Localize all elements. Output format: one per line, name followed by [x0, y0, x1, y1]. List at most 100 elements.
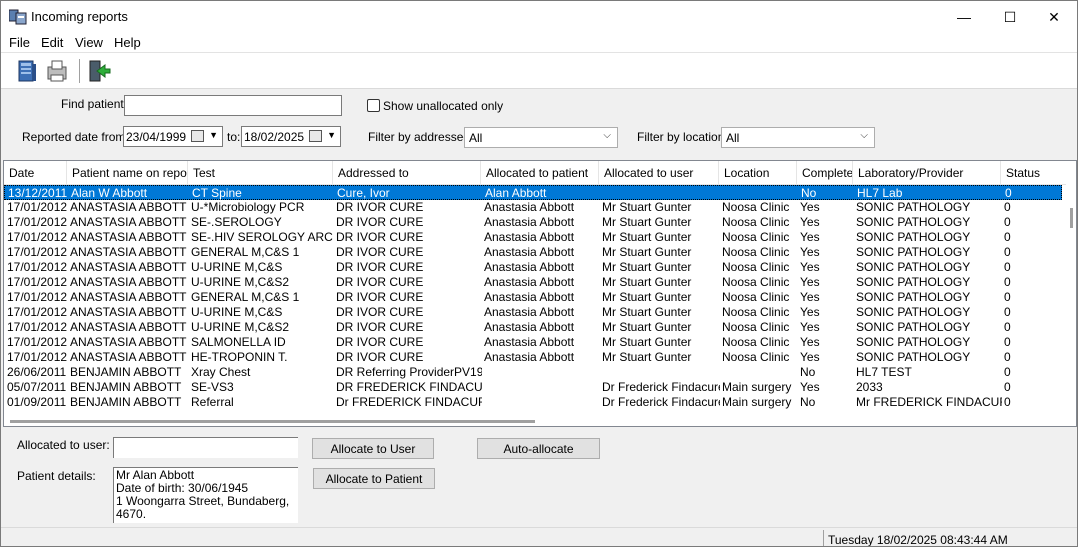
table-row[interactable]: 17/01/2012 ANASTASIA ABBOTT U-URINE M,C&S D… [4, 305, 1062, 320]
maximize-button[interactable]: ☐ [987, 1, 1033, 33]
allocated-user-cell [600, 365, 720, 380]
column-header[interactable]: Allocated to patient [481, 161, 599, 185]
show-unallocated-checkbox[interactable] [367, 99, 380, 112]
complete-cell: Yes [800, 335, 820, 349]
table-row[interactable]: 17/01/2012 ANASTASIA ABBOTT GENERAL M,C&S … [4, 290, 1062, 305]
allocated-patient-cell: Alan Abbott [485, 186, 547, 200]
table-header: Date Patient name on report Test Address… [4, 161, 1068, 185]
table-row[interactable]: 13/12/2011 Alan W Abbott CT Spine Cure, Ivo… [4, 185, 1062, 200]
date-cell: 17/01/2012 [7, 200, 68, 214]
provider-cell: Mr FREDERICK FINDACURE [856, 395, 1002, 409]
test-cell: U-URINE M,C&S [191, 260, 283, 274]
table-row[interactable]: 26/06/2011 BENJAMIN ABBOTT Xray Chest DR Re… [4, 365, 1062, 380]
provider-cell: HL7 Lab [857, 186, 903, 200]
table-row[interactable]: 17/01/2012 ANASTASIA ABBOTT HE-TROPONIN T.… [4, 350, 1062, 365]
complete-cell: Yes [800, 350, 820, 364]
table-row[interactable]: 17/01/2012 ANASTASIA ABBOTT SE-.SEROLOGY DR… [4, 215, 1062, 230]
menu-file[interactable]: File [9, 35, 30, 50]
table-row[interactable]: 05/07/2011 BENJAMIN ABBOTT SE-VS3 DR FREDER… [4, 380, 1062, 395]
minimize-icon: — [957, 9, 971, 25]
auto-allocate-button[interactable]: Auto-allocate [477, 438, 600, 459]
find-patient-input[interactable] [124, 95, 342, 116]
date-cell: 17/01/2012 [7, 335, 68, 349]
horizontal-scrollbar[interactable] [4, 416, 1068, 426]
date-to-picker[interactable]: 18/02/2025 ▼ [241, 126, 341, 147]
allocate-patient-button[interactable]: Allocate to Patient [313, 468, 435, 489]
provider-cell: SONIC PATHOLOGY [856, 215, 971, 229]
allocated-user-cell: Mr Stuart Gunter [602, 215, 692, 229]
status-cell: 0 [1005, 186, 1012, 200]
exit-icon[interactable] [85, 57, 113, 85]
show-unallocated-label[interactable]: Show unallocated only [383, 99, 503, 113]
patient-details-field[interactable]: Mr Alan Abbott Date of birth: 30/06/1945… [113, 467, 298, 523]
table-row[interactable]: 17/01/2012 ANASTASIA ABBOTT U-*Microbiolog… [4, 200, 1062, 215]
test-cell: U-URINE M,C&S2 [191, 275, 290, 289]
column-header[interactable]: Patient name on report [67, 161, 188, 185]
complete-cell: Yes [800, 275, 820, 289]
provider-cell: SONIC PATHOLOGY [856, 245, 971, 259]
status-cell: 0 [1004, 200, 1011, 214]
table-row[interactable]: 17/01/2012 ANASTASIA ABBOTT U-URINE M,C&S2… [4, 275, 1062, 290]
vertical-scrollbar[interactable] [1066, 161, 1076, 426]
addressee-value: All [469, 131, 483, 145]
column-header[interactable]: Status [1001, 161, 1068, 185]
column-header[interactable]: Laboratory/Provider [853, 161, 1001, 185]
report-icon[interactable] [13, 57, 41, 85]
printer-icon[interactable] [43, 57, 71, 85]
allocated-user-cell: Mr Stuart Gunter [602, 290, 692, 304]
column-header[interactable]: Location [719, 161, 797, 185]
scrollbar-thumb[interactable] [10, 420, 535, 423]
addressed-to-cell: DR IVOR CURE [336, 320, 424, 334]
table-row[interactable]: 17/01/2012 ANASTASIA ABBOTT U-URINE M,C&S D… [4, 260, 1062, 275]
date-cell: 17/01/2012 [7, 305, 68, 319]
table-row[interactable]: 17/01/2012 ANASTASIA ABBOTT SALMONELLA ID D… [4, 335, 1062, 350]
date-cell: 17/01/2012 [7, 275, 68, 289]
scrollbar-thumb[interactable] [1070, 208, 1073, 228]
calendar-icon[interactable] [309, 130, 322, 142]
status-cell: 0 [1004, 275, 1011, 289]
test-cell: SE-.SEROLOGY [191, 215, 282, 229]
chevron-down-icon[interactable]: ▼ [209, 130, 218, 140]
allocated-user-cell: Mr Stuart Gunter [602, 200, 692, 214]
table-row[interactable]: 17/01/2012 ANASTASIA ABBOTT SE-.HIV SEROLO… [4, 230, 1062, 245]
complete-cell: Yes [800, 260, 820, 274]
close-button[interactable]: ✕ [1031, 1, 1077, 33]
menu-edit[interactable]: Edit [41, 35, 63, 50]
column-header[interactable]: Date [4, 161, 67, 185]
title-bar[interactable]: Incoming reports — ☐ ✕ [1, 1, 1077, 33]
date-cell: 17/01/2012 [7, 350, 68, 364]
column-header[interactable]: Allocated to user [599, 161, 719, 185]
allocated-user-field[interactable] [113, 437, 298, 458]
date-from-picker[interactable]: 23/04/1999 ▼ [123, 126, 223, 147]
menu-help[interactable]: Help [114, 35, 141, 50]
addressed-to-cell: DR Referring ProviderPV19 [336, 365, 482, 379]
status-cell: 0 [1004, 305, 1011, 319]
table-row[interactable]: 01/09/2011 BENJAMIN ABBOTT Referral Dr FRED… [4, 395, 1062, 410]
addressed-to-cell: DR IVOR CURE [336, 335, 424, 349]
menu-view[interactable]: View [75, 35, 103, 50]
allocated-user-cell: Mr Stuart Gunter [602, 305, 692, 319]
location-cell [721, 186, 799, 201]
status-datetime: Tuesday 18/02/2025 08:43:44 AM [823, 530, 1008, 546]
table-row[interactable]: 17/01/2012 ANASTASIA ABBOTT GENERAL M,C&S … [4, 245, 1062, 260]
provider-cell: SONIC PATHOLOGY [856, 290, 971, 304]
complete-cell: Yes [800, 380, 820, 394]
allocate-user-button[interactable]: Allocate to User [312, 438, 434, 459]
location-cell: Noosa Clinic [722, 275, 790, 289]
column-header[interactable]: Complete [797, 161, 853, 185]
calendar-icon[interactable] [191, 130, 204, 142]
date-from-label: Reported date from: [22, 130, 129, 144]
addressee-select[interactable]: All ⌵ [464, 127, 618, 148]
date-cell: 17/01/2012 [7, 215, 68, 229]
location-cell: Main surgery [722, 380, 792, 394]
location-cell: Noosa Clinic [722, 290, 790, 304]
column-header[interactable]: Test [188, 161, 333, 185]
patient-name-cell: ANASTASIA ABBOTT [70, 335, 187, 349]
minimize-button[interactable]: — [941, 1, 987, 33]
reports-table[interactable]: Date Patient name on report Test Address… [3, 160, 1077, 427]
column-header[interactable]: Addressed to [333, 161, 481, 185]
find-patient-label: Find patient: [61, 97, 128, 111]
table-row[interactable]: 17/01/2012 ANASTASIA ABBOTT U-URINE M,C&S2… [4, 320, 1062, 335]
chevron-down-icon[interactable]: ▼ [327, 130, 336, 140]
location-select[interactable]: All ⌵ [721, 127, 875, 148]
